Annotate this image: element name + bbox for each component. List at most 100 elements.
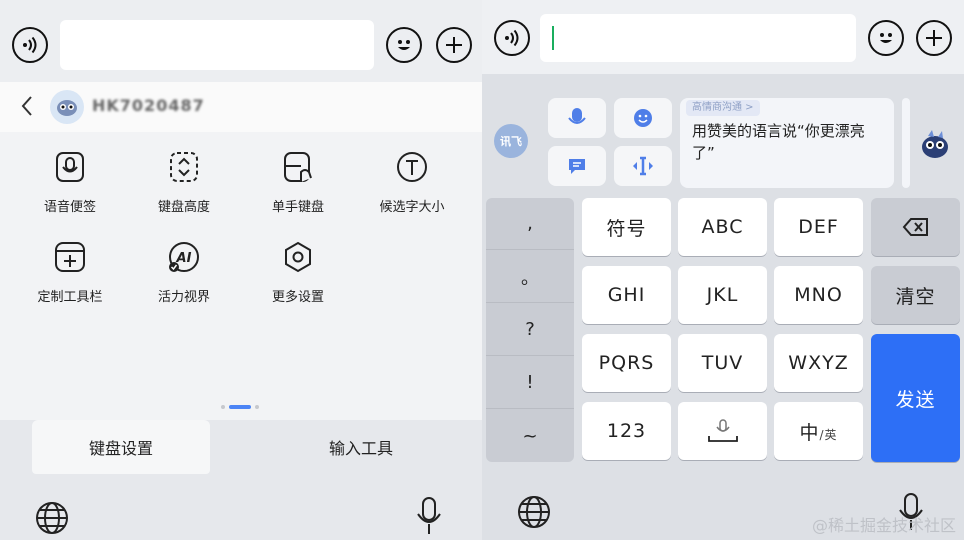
tool-label: 候选字大小 (379, 200, 445, 215)
smiley-icon (398, 40, 410, 50)
card-tag[interactable]: 高情商沟通 > (686, 100, 760, 116)
tool-label: 定制工具栏 (37, 290, 103, 305)
emoji-button[interactable] (386, 27, 422, 63)
t9-keyboard: , 。 ? ! ~ 符号 ABC DEF GHI JKL MNO 清空 PQRS… (482, 196, 964, 466)
candidate-size-icon (397, 152, 427, 182)
page-indicator (221, 405, 259, 409)
ai-suggestion-card[interactable]: 高情商沟通 > 用赞美的语言说“你更漂亮了” (680, 98, 894, 188)
voice-input-button[interactable] (548, 98, 606, 138)
ai-vision-icon: AI (169, 242, 199, 272)
suggestion-bar: 讯飞 高情商沟通 > 用赞美的语言说“你更漂亮了” (482, 92, 964, 194)
sound-waves-icon (505, 29, 519, 47)
system-bar: @稀土掘金技术社区 (482, 476, 964, 540)
tool-label: 语音便签 (43, 200, 96, 215)
tab-input-tools[interactable]: 输入工具 (272, 420, 450, 474)
more-settings-icon (285, 241, 311, 273)
punct-key[interactable]: ! (486, 357, 574, 409)
symbols-key[interactable]: 符号 (582, 198, 671, 256)
tool-one-hand-keyboard[interactable]: 单手键盘 (248, 150, 348, 215)
send-key[interactable]: 发送 (871, 334, 960, 462)
punct-key[interactable]: ~ (486, 410, 574, 462)
avatar[interactable] (50, 90, 84, 124)
quick-phrase-button[interactable] (548, 146, 606, 186)
tab-keyboard-settings[interactable]: 键盘设置 (32, 420, 210, 474)
key-jkl[interactable]: JKL (678, 266, 767, 324)
mascot-icon[interactable] (918, 128, 952, 162)
key-def[interactable]: DEF (774, 198, 863, 256)
sound-waves-icon (23, 36, 37, 54)
emoji-shortcut-button[interactable] (614, 98, 672, 138)
page-dot-active (229, 405, 251, 409)
account-row: HK7020487 (0, 82, 482, 132)
emoji-button[interactable] (868, 20, 904, 56)
voice-read-button[interactable] (494, 20, 530, 56)
microphone-icon[interactable] (414, 494, 444, 536)
chat-bubble-icon (569, 159, 585, 174)
top-bar (482, 0, 964, 74)
tool-custom-toolbar[interactable]: 定制工具栏 (20, 240, 120, 305)
tool-keyboard-height[interactable]: 键盘高度 (134, 150, 234, 215)
keyboard-height-icon (170, 152, 198, 182)
microphone-icon (568, 108, 586, 124)
keyboard-settings-panel: HK7020487 语音便签 键盘高度 单手键盘 候选字大小 定制工具栏 AI … (0, 0, 482, 540)
tool-candidate-size[interactable]: 候选字大小 (362, 150, 462, 215)
back-arrow-icon[interactable] (18, 94, 38, 118)
key-tuv[interactable]: TUV (678, 334, 767, 392)
lang-main: 中 (799, 421, 820, 444)
space-key[interactable] (678, 402, 767, 460)
voice-note-icon (56, 152, 84, 182)
voice-read-button[interactable] (12, 27, 48, 63)
key-ghi[interactable]: GHI (582, 266, 671, 324)
tool-label: 单手键盘 (271, 200, 324, 215)
tool-voice-note[interactable]: 语音便签 (20, 150, 120, 215)
tool-more-settings[interactable]: 更多设置 (248, 240, 348, 305)
ime-keyboard-panel: 讯飞 高情商沟通 > 用赞美的语言说“你更漂亮了” , 。 ? ! ~ 符号 A… (482, 0, 964, 540)
message-input[interactable] (60, 20, 374, 70)
tool-ai-vision[interactable]: AI 活力视界 (134, 240, 234, 305)
watermark: @稀土掘金技术社区 (811, 516, 956, 535)
punct-key[interactable]: 。 (486, 251, 574, 303)
one-hand-keyboard-icon (284, 152, 312, 182)
mascot-face-icon (57, 100, 77, 116)
system-bar (0, 476, 482, 540)
backspace-icon (902, 218, 928, 236)
cursor-move-button[interactable] (614, 146, 672, 186)
settings-tabs: 键盘设置 输入工具 (0, 420, 482, 476)
language-switch-key[interactable]: 中/英 (774, 402, 863, 460)
custom-toolbar-icon (55, 242, 85, 272)
punctuation-column: , 。 ? ! ~ (486, 198, 574, 462)
add-button[interactable] (436, 27, 472, 63)
plus-icon (926, 30, 942, 46)
next-card-edge (902, 98, 910, 188)
key-wxyz[interactable]: WXYZ (774, 334, 863, 392)
card-text: 用赞美的语言说“你更漂亮了” (692, 122, 865, 162)
number-mode-key[interactable]: 123 (582, 402, 671, 460)
text-cursor-icon (633, 156, 653, 176)
clear-key[interactable]: 清空 (871, 266, 960, 324)
globe-icon[interactable] (516, 494, 552, 530)
punct-key[interactable]: , (486, 198, 574, 250)
tool-label: 更多设置 (271, 290, 324, 305)
lang-sub: /英 (819, 427, 838, 442)
punct-key[interactable]: ? (486, 304, 574, 356)
svg-text:AI: AI (176, 251, 192, 266)
space-mic-icon (707, 419, 738, 442)
globe-icon[interactable] (34, 500, 70, 536)
tool-label: 键盘高度 (157, 200, 210, 215)
page-dot (221, 405, 225, 409)
xunfei-logo[interactable]: 讯飞 (494, 124, 528, 158)
plus-icon (446, 37, 462, 53)
backspace-key[interactable] (871, 198, 960, 256)
text-cursor (552, 26, 554, 50)
tool-label: 活力视界 (157, 290, 210, 305)
key-abc[interactable]: ABC (678, 198, 767, 256)
message-input[interactable] (540, 14, 856, 62)
smiley-icon (880, 33, 892, 43)
add-button[interactable] (916, 20, 952, 56)
key-mno[interactable]: MNO (774, 266, 863, 324)
key-pqrs[interactable]: PQRS (582, 334, 671, 392)
username: HK7020487 (92, 96, 205, 115)
smile-face-icon (634, 109, 652, 127)
top-bar (0, 0, 482, 82)
page-dot (255, 405, 259, 409)
